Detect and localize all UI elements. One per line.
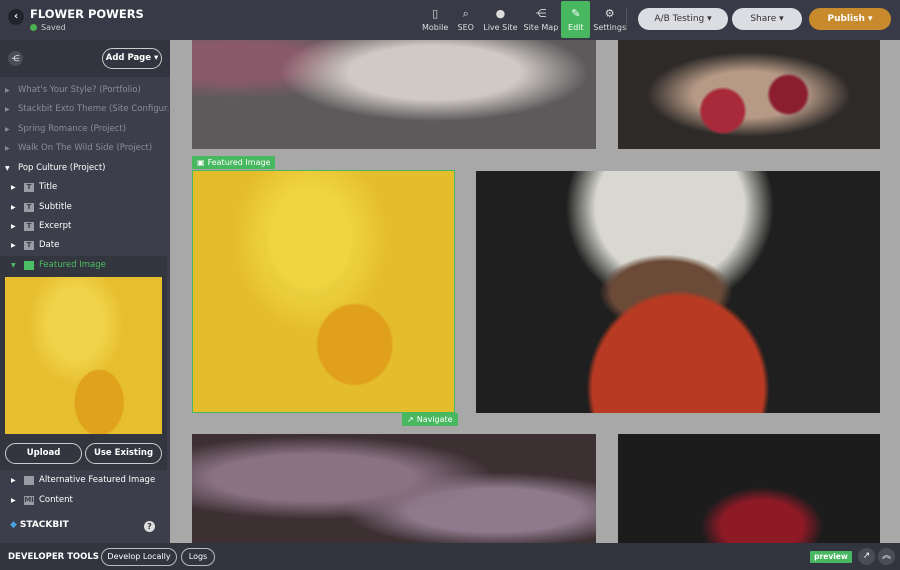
site-map-button[interactable]: ⋲ Site Map [521, 1, 562, 38]
preview-branch-badge[interactable]: preview [810, 551, 852, 563]
add-page-button[interactable]: Add Page ▾ [102, 48, 162, 69]
top-bar: ‹ FLOWER POWERS Saved ▯ Mobile ⌕ SEO ● Live… [0, 0, 900, 40]
project-image[interactable] [618, 40, 880, 149]
project-image[interactable] [618, 434, 880, 543]
project-image[interactable] [192, 434, 596, 543]
image-icon [24, 475, 34, 485]
ab-testing-button[interactable]: A/B Testing ▾ [638, 8, 728, 30]
share-button[interactable]: Share ▾ [732, 8, 802, 30]
site-title: FLOWER POWERS [30, 7, 144, 21]
save-status: Saved [30, 23, 66, 32]
text-field-icon: T [24, 240, 34, 250]
field-excerpt[interactable]: ▶ T Excerpt [11, 217, 71, 235]
page-item[interactable]: ▶ Walk On The Wild Side (Project) [5, 139, 152, 157]
help-icon[interactable]: ? [144, 521, 155, 532]
seo-button[interactable]: ⌕ SEO [451, 1, 480, 38]
check-icon [30, 24, 37, 31]
external-link-icon[interactable]: ↗ [858, 548, 875, 565]
divider [626, 8, 627, 30]
back-button[interactable]: ‹ [8, 9, 24, 25]
publish-button[interactable]: Publish ▾ [809, 8, 891, 30]
pencil-icon: ✎ [571, 6, 581, 20]
field-date[interactable]: ▶ T Date [11, 236, 59, 254]
field-title[interactable]: ▶ T Title [11, 178, 57, 196]
field-subtitle[interactable]: ▶ T Subtitle [11, 198, 72, 216]
develop-locally-button[interactable]: Develop Locally [101, 548, 177, 566]
field-featured-image[interactable]: ▼ Featured Image [11, 256, 106, 274]
page-item[interactable]: ▶ What's Your Style? (Portfolio) [5, 81, 141, 99]
developer-tools-bar: DEVELOPER TOOLS Develop Locally Logs pre… [0, 543, 900, 570]
logs-button[interactable]: Logs [181, 548, 215, 566]
text-field-icon: T [24, 202, 34, 212]
sitemap-icon[interactable]: ⋲ [8, 51, 23, 66]
text-field-icon: T [24, 221, 34, 231]
logo-icon: ◆ [10, 520, 17, 530]
edit-button[interactable]: ✎ Edit [561, 1, 591, 38]
settings-button[interactable]: ⚙ Settings [590, 1, 629, 38]
navigate-button[interactable]: ↗ Navigate [402, 413, 458, 426]
field-alternative-featured-image[interactable]: ▶ Alternative Featured Image [11, 471, 155, 489]
use-existing-button[interactable]: Use Existing [85, 443, 162, 464]
image-icon: ▣ [197, 158, 205, 167]
page-item[interactable]: ▶ Stackbit Exto Theme (Site Configur... [5, 100, 175, 118]
featured-image[interactable] [192, 170, 455, 413]
text-field-icon: T [24, 182, 34, 192]
page-item[interactable]: ▶ Spring Romance (Project) [5, 120, 126, 138]
sitemap-icon: ⋲ [535, 6, 547, 20]
sidebar: ⋲ Add Page ▾ ▶ What's Your Style? (Portfol… [0, 40, 175, 543]
developer-tools-title: DEVELOPER TOOLS [8, 552, 99, 562]
featured-image-thumbnail[interactable] [5, 277, 162, 434]
collapse-up-icon[interactable]: ︽ [878, 548, 895, 565]
field-content[interactable]: ▶ MI Content [11, 491, 73, 509]
markdown-icon: MI [24, 495, 34, 505]
page-item-pop-culture[interactable]: ▼ Pop Culture (Project) [5, 159, 105, 177]
arrow-icon: ↗ [407, 415, 414, 424]
project-image[interactable] [476, 171, 880, 413]
featured-image-label: ▣ Featured Image [192, 156, 276, 169]
image-icon [24, 260, 34, 270]
mobile-button[interactable]: ▯ Mobile [419, 1, 451, 38]
project-image[interactable] [192, 40, 596, 149]
globe-icon: ● [495, 6, 506, 20]
live-site-button[interactable]: ● Live Site [480, 1, 520, 38]
upload-button[interactable]: Upload [5, 443, 82, 464]
gear-icon: ⚙ [604, 6, 615, 20]
seo-icon: ⌕ [462, 6, 469, 20]
stackbit-logo: ◆ STACKBIT [10, 520, 69, 530]
mobile-icon: ▯ [432, 6, 439, 20]
